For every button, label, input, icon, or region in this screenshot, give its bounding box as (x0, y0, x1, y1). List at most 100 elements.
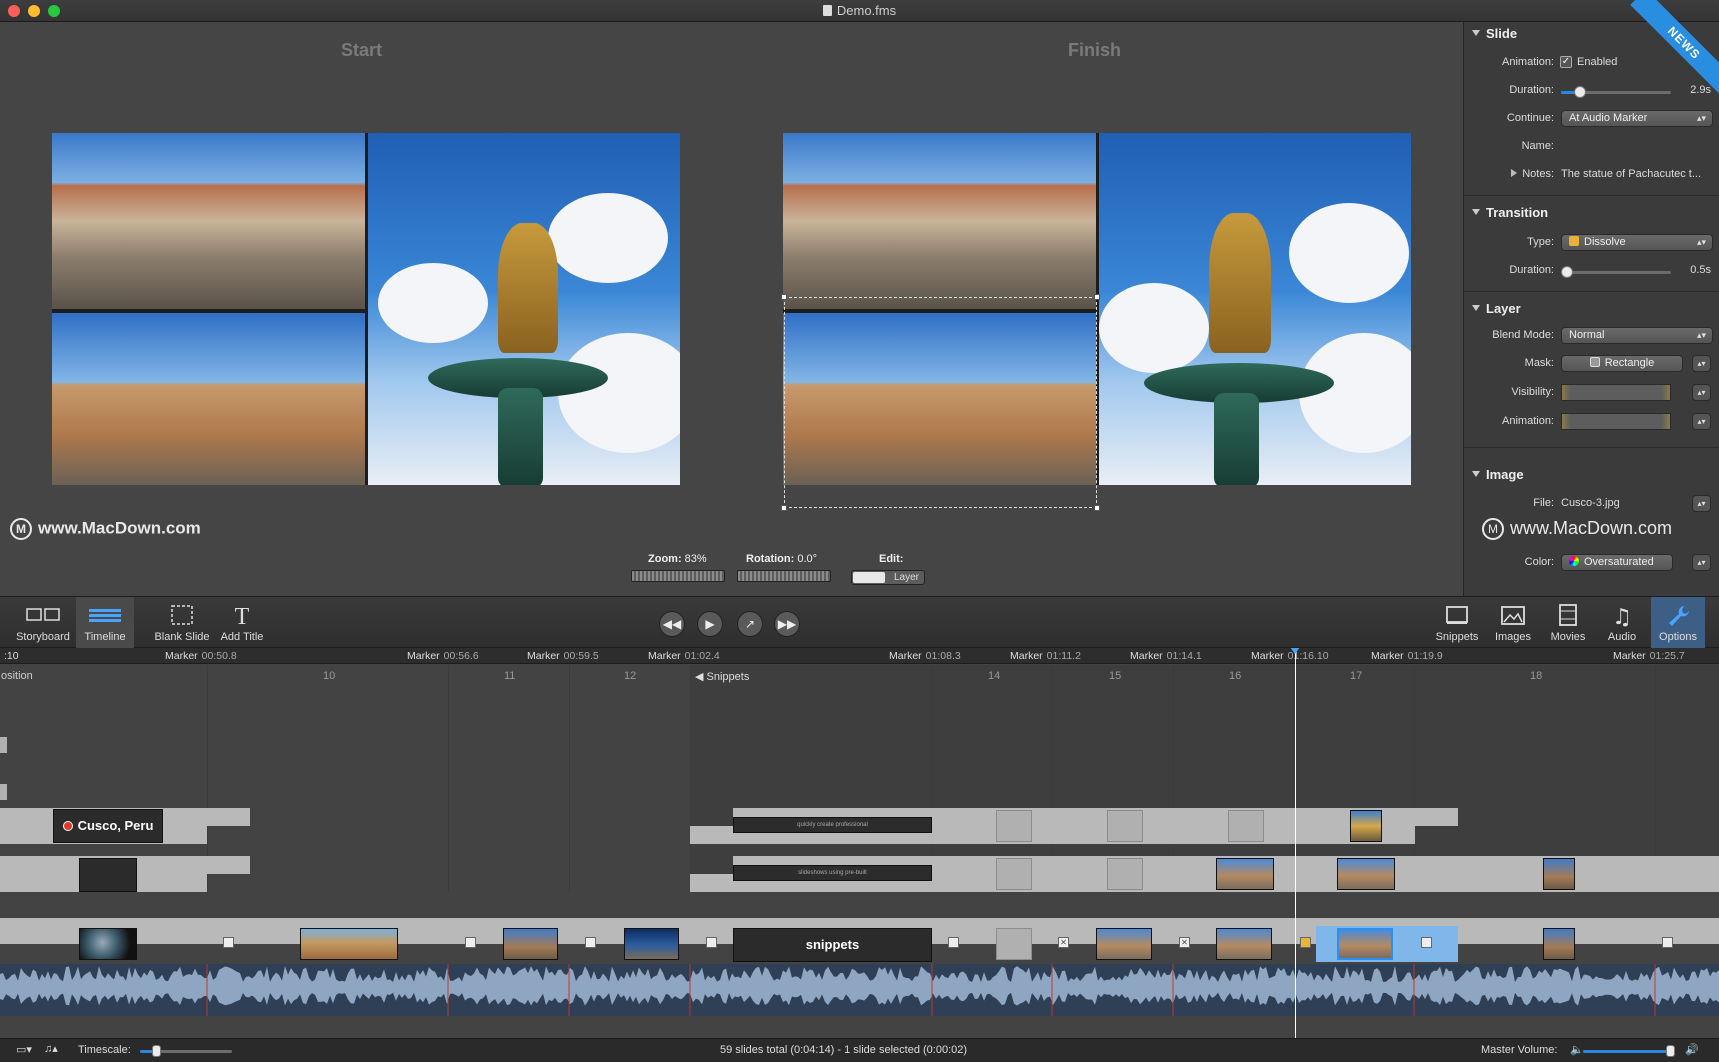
transition-marker[interactable] (948, 937, 959, 948)
blend-mode-popup[interactable]: Normal ▴▾ (1561, 327, 1713, 344)
plaza-thumbnail[interactable] (1096, 928, 1152, 960)
color-popup[interactable]: Oversaturated (1561, 554, 1673, 571)
ruler-marker[interactable]: Marker 00:56.6 (407, 650, 479, 662)
snippet-text-slide[interactable]: slideshows using pre-built (733, 865, 932, 881)
start-slide-canvas[interactable] (52, 133, 680, 485)
timeline-panel[interactable]: :10 Marker 00:50.8 Marker 00:56.6 Marker 00… (0, 648, 1719, 1038)
ruler-marker[interactable]: Marker 01:25.7 (1613, 650, 1685, 662)
night-thumbnail[interactable] (624, 928, 679, 960)
playhead[interactable] (1295, 648, 1296, 1038)
ruler-marker[interactable]: Marker 01:08.3 (889, 650, 961, 662)
resize-handle-bottom-right[interactable] (1094, 505, 1100, 511)
transition-marker[interactable]: ✕ (1058, 937, 1069, 948)
ruler-marker[interactable]: :10 (4, 650, 19, 662)
resize-handle-bottom-left[interactable] (781, 505, 787, 511)
ruler-marker[interactable]: Marker 01:02.4 (648, 650, 720, 662)
transition-section-header[interactable]: Transition (1472, 205, 1548, 220)
snippets-title-slide[interactable]: snippets (733, 928, 932, 962)
dark-animation-slide[interactable] (79, 858, 137, 892)
street-thumbnail[interactable] (1543, 928, 1575, 960)
rewind-button[interactable]: ◀◀ (659, 611, 685, 637)
layer-section-header[interactable]: Layer (1472, 301, 1521, 316)
visibility-range[interactable] (1561, 384, 1671, 401)
empty-placeholder[interactable] (1107, 858, 1143, 890)
continue-popup[interactable]: At Audio Marker ▴▾ (1561, 110, 1713, 127)
ruler-marker[interactable]: Marker 00:59.5 (527, 650, 599, 662)
selected-slide-thumbnail[interactable] (1337, 928, 1393, 960)
resize-handle-top-right[interactable] (1094, 294, 1100, 300)
empty-placeholder[interactable] (996, 810, 1032, 842)
transition-marker[interactable] (1421, 937, 1432, 948)
empty-placeholder[interactable] (996, 928, 1032, 960)
audio-track[interactable] (0, 964, 1719, 1016)
add-title-button[interactable]: T Add Title (216, 597, 268, 649)
transition-marker[interactable]: ✕ (1179, 937, 1190, 948)
storyboard-button[interactable]: Storyboard (10, 597, 76, 649)
movies-button[interactable]: Movies (1543, 597, 1593, 649)
courtyard-photo[interactable] (52, 133, 365, 309)
title-slide-cusco[interactable]: Cusco, Peru (53, 809, 163, 843)
zoom-control[interactable] (631, 570, 725, 582)
animation-checkbox[interactable]: ✓ (1560, 56, 1572, 68)
blank-slide-button[interactable]: Blank Slide (152, 597, 212, 649)
transition-marker[interactable] (223, 937, 234, 948)
resize-handle-top-left[interactable] (781, 294, 787, 300)
ruler-marker[interactable]: Marker 01:14.1 (1130, 650, 1202, 662)
audio-button[interactable]: ♫ Audio (1598, 597, 1646, 649)
rotation-control[interactable] (737, 570, 831, 582)
transition-marker[interactable] (465, 937, 476, 948)
notes-label[interactable]: Notes: (1464, 168, 1554, 180)
plaza-thumbnail[interactable] (1216, 858, 1274, 890)
audio-mode-icon[interactable]: ♫▴ (44, 1042, 58, 1055)
statue-photo-finish[interactable] (1099, 133, 1411, 485)
transition-type-popup[interactable]: Dissolve ▴▾ (1561, 234, 1713, 251)
snippets-button[interactable]: Snippets (1432, 597, 1482, 649)
transition-marker[interactable] (585, 937, 596, 948)
empty-placeholder[interactable] (1228, 810, 1264, 842)
empty-placeholder[interactable] (996, 858, 1032, 890)
animation-range[interactable] (1561, 413, 1671, 430)
playhead-handle[interactable] (1290, 648, 1300, 654)
globe-thumbnail[interactable] (79, 928, 137, 960)
statue-thumbnail[interactable] (1350, 810, 1382, 842)
image-section-header[interactable]: Image (1472, 467, 1524, 482)
dissolve-transition-marker[interactable] (1300, 937, 1311, 948)
ruler-marker[interactable]: Marker 01:19.9 (1371, 650, 1443, 662)
color-stepper[interactable]: ▴▾ (1692, 554, 1711, 571)
transition-marker[interactable] (1662, 937, 1673, 948)
slide-section-header[interactable]: Slide (1472, 26, 1517, 41)
edit-mode-switch[interactable]: Layer (851, 570, 925, 585)
church-thumbnail[interactable] (503, 928, 558, 960)
street-thumbnail[interactable] (1543, 858, 1575, 890)
plaza-thumbnail[interactable] (1216, 928, 1272, 960)
mask-button[interactable]: Rectangle (1561, 355, 1683, 372)
statue-photo[interactable] (368, 133, 680, 485)
view-mode-icon[interactable]: ▭▾ (16, 1043, 32, 1056)
fast-forward-button[interactable]: ▶▶ (774, 611, 800, 637)
animation-stepper[interactable]: ▴▾ (1692, 413, 1711, 430)
mountain-thumbnail[interactable] (300, 928, 398, 960)
selected-layer-outline[interactable] (784, 297, 1097, 508)
options-button[interactable]: Options (1651, 597, 1705, 649)
timescale-slider[interactable] (140, 1045, 232, 1057)
visibility-stepper[interactable]: ▴▾ (1692, 384, 1711, 401)
church-photo[interactable] (52, 313, 365, 485)
snippet-text-slide[interactable]: quickly create professional (733, 817, 932, 833)
courtyard-photo-finish[interactable] (783, 133, 1096, 309)
mask-stepper[interactable]: ▴▾ (1692, 355, 1711, 372)
transition-marker[interactable] (706, 937, 717, 948)
notes-value[interactable]: The statue of Pachacutec t... (1561, 168, 1716, 180)
slide-duration-slider[interactable] (1561, 86, 1671, 98)
images-button[interactable]: Images (1488, 597, 1538, 649)
ruler-marker[interactable]: Marker 01:11.2 (1010, 650, 1081, 662)
timeline-button[interactable]: Timeline (76, 597, 134, 649)
play-button[interactable]: ▶ (697, 611, 723, 637)
file-stepper[interactable]: ▴▾ (1692, 495, 1711, 512)
share-button[interactable]: ↗ (737, 611, 763, 637)
ruler-marker[interactable]: Marker 00:50.8 (165, 650, 237, 662)
empty-placeholder[interactable] (1107, 810, 1143, 842)
marker-ruler[interactable]: :10 Marker 00:50.8 Marker 00:56.6 Marker 00… (0, 648, 1719, 664)
transition-duration-slider[interactable] (1561, 266, 1671, 278)
plaza-thumbnail[interactable] (1337, 858, 1395, 890)
master-volume-slider[interactable] (1583, 1045, 1675, 1057)
